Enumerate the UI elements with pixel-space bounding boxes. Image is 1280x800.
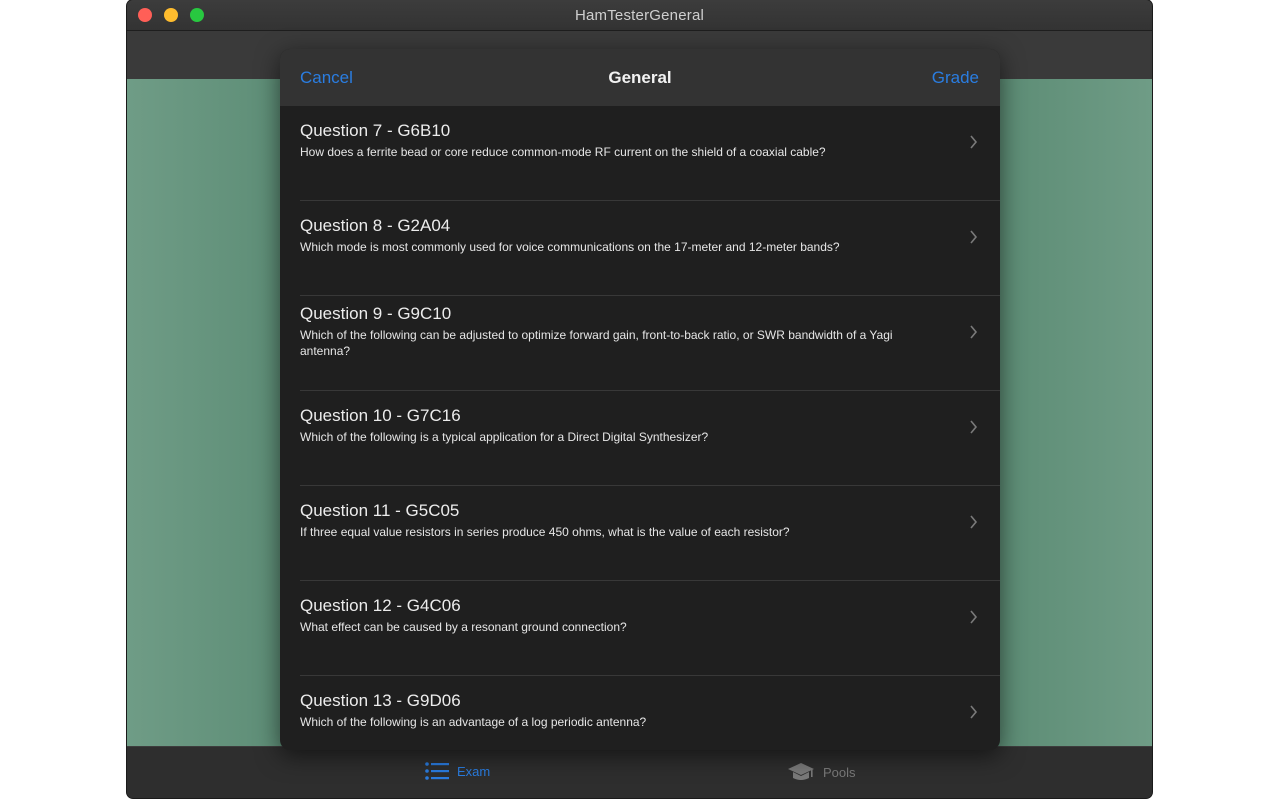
chevron-right-icon <box>970 135 978 149</box>
title-bar[interactable]: HamTesterGeneral <box>127 0 1152 31</box>
question-row[interactable]: Question 12 - G4C06 What effect can be c… <box>280 581 1000 676</box>
tab-bar: Exam Pools <box>127 746 1152 798</box>
sheet-header: Cancel General Grade <box>280 49 1000 106</box>
question-text: Which mode is most commonly used for voi… <box>300 240 840 254</box>
question-title: Question 9 - G9C10 <box>300 304 452 323</box>
grade-button[interactable]: Grade <box>932 68 979 88</box>
question-row[interactable]: Question 7 - G6B10 How does a ferrite be… <box>280 106 1000 201</box>
question-text: If three equal value resistors in series… <box>300 525 790 539</box>
tab-pools[interactable]: Pools <box>787 761 856 783</box>
question-title: Question 10 - G7C16 <box>300 406 461 425</box>
question-text: Which of the following is a typical appl… <box>300 430 709 444</box>
tab-exam[interactable]: Exam <box>425 761 490 781</box>
exam-sheet: Cancel General Grade Question 7 - G6B10 … <box>280 49 1000 750</box>
question-list: Question 7 - G6B10 How does a ferrite be… <box>280 106 1000 750</box>
question-title: Question 8 - G2A04 <box>300 216 451 235</box>
list-icon <box>425 762 449 780</box>
graduation-cap-icon <box>788 763 814 780</box>
question-title: Question 13 - G9D06 <box>300 691 461 710</box>
question-text: Which of the following is an advantage o… <box>300 715 647 729</box>
chevron-right-icon <box>970 515 978 529</box>
chevron-right-icon <box>970 420 978 434</box>
question-text: What effect can be caused by a resonant … <box>300 620 627 634</box>
question-text: How does a ferrite bead or core reduce c… <box>300 145 826 159</box>
question-text: Which of the following can be adjusted t… <box>300 328 893 358</box>
question-title: Question 12 - G4C06 <box>300 596 461 615</box>
question-row[interactable]: Question 10 - G7C16 Which of the followi… <box>280 391 1000 486</box>
question-row[interactable]: Question 8 - G2A04 Which mode is most co… <box>280 201 1000 296</box>
tab-exam-label: Exam <box>457 763 491 779</box>
question-row[interactable]: Question 9 - G9C10 Which of the followin… <box>280 296 1000 391</box>
chevron-right-icon <box>970 705 978 719</box>
window-title: HamTesterGeneral <box>574 7 705 24</box>
chevron-right-icon <box>970 610 978 624</box>
question-title: Question 7 - G6B10 <box>300 121 451 140</box>
chevron-right-icon <box>970 325 978 339</box>
question-row[interactable]: Question 13 - G9D06 Which of the followi… <box>280 676 1000 750</box>
sheet-title: General <box>608 68 672 87</box>
question-row[interactable]: Question 11 - G5C05 If three equal value… <box>280 486 1000 581</box>
tab-pools-label: Pools <box>823 764 856 780</box>
question-title: Question 11 - G5C05 <box>300 501 460 520</box>
chevron-right-icon <box>970 230 978 244</box>
